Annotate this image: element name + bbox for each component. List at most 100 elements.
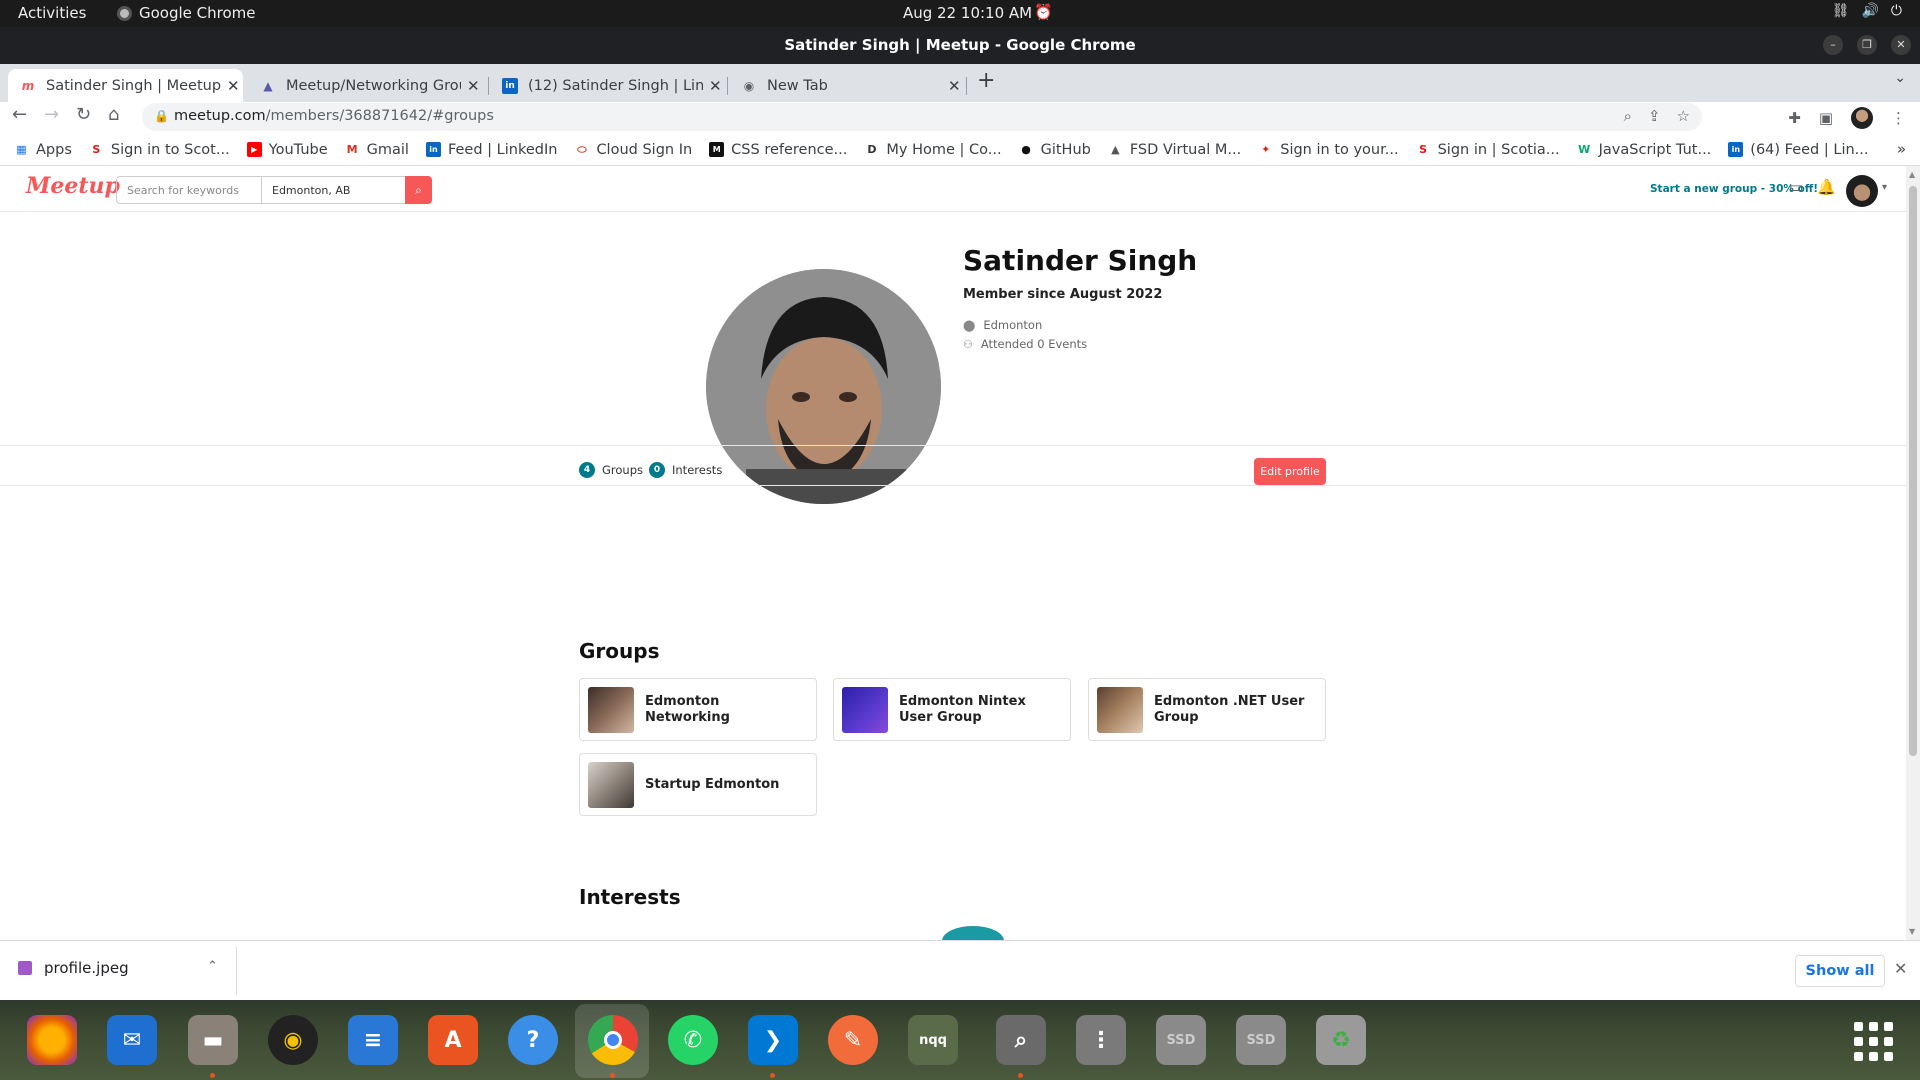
document-icon: D — [867, 143, 877, 156]
chevron-up-icon[interactable]: ⌃ — [207, 959, 218, 974]
chrome-icon[interactable] — [588, 1015, 638, 1065]
groups-count-tab[interactable]: 4 Groups — [579, 462, 643, 478]
tab-new-tab[interactable]: ◉ New Tab ✕ — [729, 69, 964, 102]
show-apps-icon[interactable] — [1854, 1022, 1894, 1062]
bookmark-css-reference[interactable]: M CSS reference... — [709, 142, 847, 158]
help-icon[interactable]: ? — [508, 1015, 558, 1065]
bookmark-youtube[interactable]: ▶ YouTube — [246, 141, 328, 158]
bookmark-label: JavaScript Tut... — [1598, 141, 1712, 158]
user-avatar[interactable] — [1846, 175, 1878, 207]
bookmark-my-home[interactable]: D My Home | Co... — [864, 142, 1001, 158]
bookmarks-overflow-icon[interactable]: » — [1897, 140, 1906, 158]
group-card[interactable]: Edmonton Nintex User Group — [833, 678, 1071, 741]
system-monitor-icon[interactable]: ⋮ — [1076, 1015, 1126, 1065]
group-card[interactable]: Edmonton Networking — [579, 678, 817, 741]
download-item[interactable]: profile.jpeg — [18, 959, 129, 977]
image-viewer-icon[interactable]: ⌕ — [996, 1015, 1046, 1065]
libreoffice-writer-icon[interactable]: ≡ — [348, 1015, 398, 1065]
location-text: Edmonton — [983, 318, 1043, 332]
whatsapp-icon[interactable]: ✆ — [668, 1015, 718, 1065]
bookmark-linkedin-feed[interactable]: in Feed | LinkedIn — [425, 141, 558, 158]
keyword-search-input[interactable]: Search for keywords — [116, 176, 262, 204]
bookmark-scotiabank[interactable]: S Sign in to Scot... — [89, 142, 229, 158]
messages-icon[interactable]: ▭ — [1789, 178, 1803, 196]
close-shelf-icon[interactable]: ✕ — [1894, 959, 1907, 978]
app-center-icon[interactable]: A — [428, 1015, 478, 1065]
scroll-down-icon[interactable]: ▼ — [1909, 927, 1915, 936]
vscode-icon[interactable]: ❯ — [748, 1015, 798, 1065]
thunderbird-icon[interactable]: ✉ — [107, 1015, 157, 1065]
notifications-icon[interactable]: 🔔 — [1817, 178, 1836, 196]
back-button[interactable]: ← — [12, 104, 27, 125]
trash-icon[interactable]: ♻ — [1316, 1015, 1366, 1065]
bookmark-canada-sign-in[interactable]: ✦ Sign in to your... — [1258, 142, 1398, 158]
lock-icon[interactable]: 🔒 — [154, 109, 169, 123]
reload-button[interactable]: ↻ — [76, 104, 91, 125]
clock[interactable]: Aug 22 10:10 AM — [903, 4, 1032, 22]
interests-section-title: Interests — [579, 885, 681, 909]
close-tab-icon[interactable]: ✕ — [948, 77, 961, 95]
minimize-button[interactable]: – — [1823, 35, 1843, 55]
member-since: Member since August 2022 — [963, 287, 1163, 302]
forward-button[interactable]: → — [44, 104, 59, 125]
nqq-icon[interactable]: nqq — [908, 1015, 958, 1065]
home-button[interactable]: ⌂ — [108, 104, 119, 125]
edit-profile-button[interactable]: Edit profile — [1254, 458, 1326, 485]
bookmark-apps[interactable]: ▦ Apps — [14, 142, 72, 158]
new-tab-button[interactable]: + — [977, 68, 995, 93]
bookmark-github[interactable]: ● GitHub — [1019, 142, 1091, 158]
running-indicator — [770, 1073, 775, 1078]
close-tab-icon[interactable]: ✕ — [227, 77, 240, 95]
search-button[interactable]: ⌕ — [405, 176, 432, 204]
tab-linkedin[interactable]: in (12) Satinder Singh | Linke ✕ — [490, 69, 725, 102]
interests-count-tab[interactable]: 0 Interests — [649, 462, 722, 478]
bookmark-label: YouTube — [268, 141, 328, 158]
close-tab-icon[interactable]: ✕ — [709, 77, 722, 95]
location-input[interactable]: Edmonton, AB — [261, 176, 406, 204]
scrollbar-thumb[interactable] — [1909, 186, 1917, 756]
ssd-drive-icon[interactable]: SSD — [1156, 1015, 1206, 1065]
show-all-button[interactable]: Show all — [1795, 955, 1885, 987]
profile-avatar[interactable] — [1851, 107, 1873, 129]
bookmark-cloud-sign-in[interactable]: ⬭ Cloud Sign In — [574, 142, 692, 158]
github-icon: ● — [1021, 143, 1031, 156]
system-tray[interactable]: ⛓ 🔊 ⏻ — [1832, 3, 1902, 19]
address-bar[interactable]: 🔒 meetup.com/members/368871642/#groups ⌕… — [142, 103, 1702, 131]
side-panel-icon[interactable]: ▣ — [1819, 109, 1833, 127]
page-scrollbar[interactable]: ▲ ▼ — [1906, 166, 1920, 940]
extensions-icon[interactable]: ✚ — [1788, 109, 1801, 127]
share-icon[interactable]: ⇪ — [1648, 107, 1661, 125]
bookmark-javascript-tut[interactable]: W JavaScript Tut... — [1577, 141, 1712, 158]
bookmark-label: Feed | LinkedIn — [447, 141, 558, 158]
zoom-icon[interactable]: ⌕ — [1624, 107, 1632, 125]
chevron-down-icon[interactable]: ▾ — [1882, 182, 1887, 193]
firefox-icon[interactable] — [27, 1015, 77, 1065]
youtube-icon: ▶ — [246, 142, 262, 157]
bookmark-linkedin-64[interactable]: in (64) Feed | Lin... — [1728, 142, 1869, 158]
close-tab-icon[interactable]: ✕ — [467, 77, 480, 95]
ssd-drive-icon[interactable]: SSD — [1236, 1015, 1286, 1065]
window-title-bar: Satinder Singh | Meetup - Google Chrome … — [0, 27, 1920, 64]
tab-meetup-networking[interactable]: ▲ Meetup/Networking Grou ✕ — [248, 69, 483, 102]
bookmark-fsd-virtual[interactable]: ▲ FSD Virtual M... — [1108, 142, 1241, 158]
scroll-up-icon[interactable]: ▲ — [1909, 170, 1915, 179]
group-card[interactable]: Startup Edmonton — [579, 753, 817, 816]
bookmark-gmail[interactable]: M Gmail — [345, 142, 409, 158]
activities-button[interactable]: Activities — [18, 4, 86, 22]
files-icon[interactable]: ▬ — [188, 1015, 238, 1065]
bookmark-label: Apps — [36, 141, 72, 158]
tab-separator — [966, 77, 967, 95]
postman-icon[interactable]: ✎ — [828, 1015, 878, 1065]
group-card[interactable]: Edmonton .NET User Group — [1088, 678, 1326, 741]
close-window-button[interactable]: ✕ — [1891, 35, 1911, 55]
bookmark-star-icon[interactable]: ☆ — [1677, 107, 1690, 125]
rhythmbox-icon[interactable]: ◉ — [268, 1015, 318, 1065]
chrome-menu-icon[interactable]: ⋮ — [1891, 109, 1906, 127]
bookmark-scotia-sign-in[interactable]: S Sign in | Scotia... — [1416, 142, 1560, 158]
tab-meetup-profile[interactable]: m Satinder Singh | Meetup ✕ — [8, 69, 243, 102]
tab-search-icon[interactable]: ⌄ — [1894, 70, 1906, 86]
meetup-logo[interactable]: Meetup — [26, 173, 120, 199]
maximize-button[interactable]: ❐ — [1857, 35, 1877, 55]
app-menu[interactable]: Google Chrome — [117, 4, 256, 22]
bookmark-label: FSD Virtual M... — [1129, 141, 1242, 158]
